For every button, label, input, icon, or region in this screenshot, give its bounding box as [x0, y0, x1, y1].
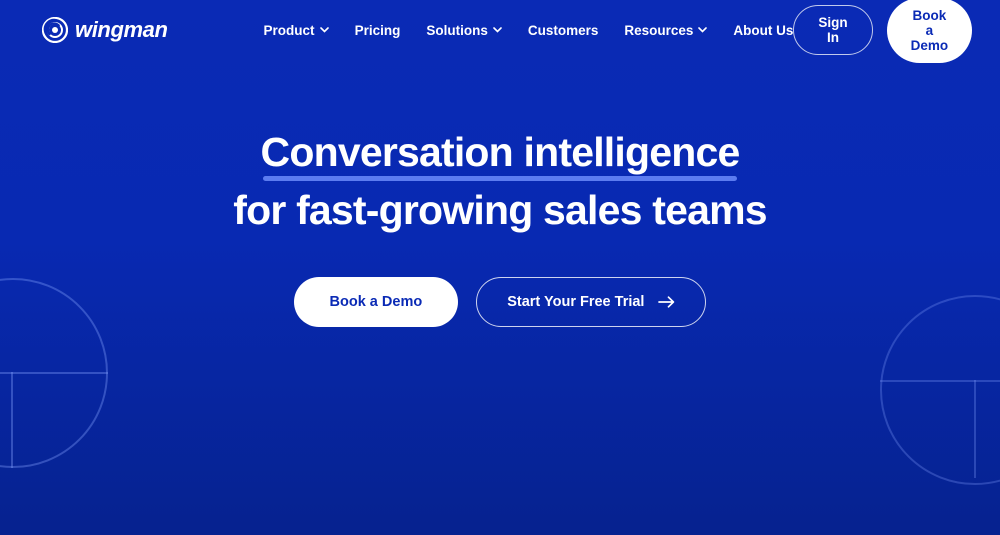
hero-cta-group: Book a Demo Start Your Free Trial [0, 277, 1000, 327]
hero-free-trial-button[interactable]: Start Your Free Trial [476, 277, 707, 327]
nav-item-pricing[interactable]: Pricing [355, 23, 401, 38]
nav-item-customers[interactable]: Customers [528, 23, 599, 38]
hero-title-line-1-text: Conversation intelligence [260, 129, 741, 175]
nav-item-solutions[interactable]: Solutions [426, 23, 502, 38]
chevron-down-icon [493, 27, 502, 33]
nav-item-label: Solutions [426, 22, 488, 38]
header-actions: Sign In Book a Demo [793, 0, 973, 63]
decorative-line-left-vertical [11, 372, 13, 468]
landing-page: wingman Product Pricing Solutions Custom… [0, 0, 1000, 535]
hero-title-line-2: for fast-growing sales teams [233, 187, 767, 233]
nav-item-label: About Us [733, 22, 794, 38]
nav-item-label: Customers [527, 22, 599, 38]
header-book-demo-button[interactable]: Book a Demo [886, 0, 973, 63]
nav-item-label: Product [263, 22, 315, 38]
signal-circle-icon [42, 17, 68, 43]
decorative-line-left-horizontal [0, 372, 108, 374]
hero-free-trial-label: Start Your Free Trial [507, 294, 645, 310]
nav-item-about-us[interactable]: About Us [733, 23, 793, 38]
nav-item-product[interactable]: Product [264, 23, 329, 38]
hero-title-underline [262, 176, 738, 181]
logo-text: wingman [75, 17, 168, 42]
nav-item-resources[interactable]: Resources [624, 22, 708, 38]
arrow-right-icon [658, 296, 675, 308]
nav-item-label: Pricing [354, 22, 401, 38]
main-navigation: Product Pricing Solutions Customers Reso… [264, 23, 794, 38]
chevron-down-icon [698, 27, 708, 33]
page-title: Conversation intelligence for fast-growi… [0, 132, 1000, 231]
decorative-line-right-horizontal [880, 380, 1000, 382]
site-header: wingman Product Pricing Solutions Custom… [0, 0, 1000, 63]
sign-in-button[interactable]: Sign In [793, 5, 873, 55]
hero-section: Conversation intelligence for fast-growi… [0, 132, 1000, 327]
logo[interactable]: wingman [42, 17, 168, 43]
chevron-down-icon [319, 27, 329, 33]
hero-book-demo-button[interactable]: Book a Demo [293, 277, 459, 327]
hero-title-line-1: Conversation intelligence [260, 129, 741, 181]
nav-item-label: Resources [624, 22, 694, 38]
decorative-line-right-vertical [974, 380, 976, 478]
